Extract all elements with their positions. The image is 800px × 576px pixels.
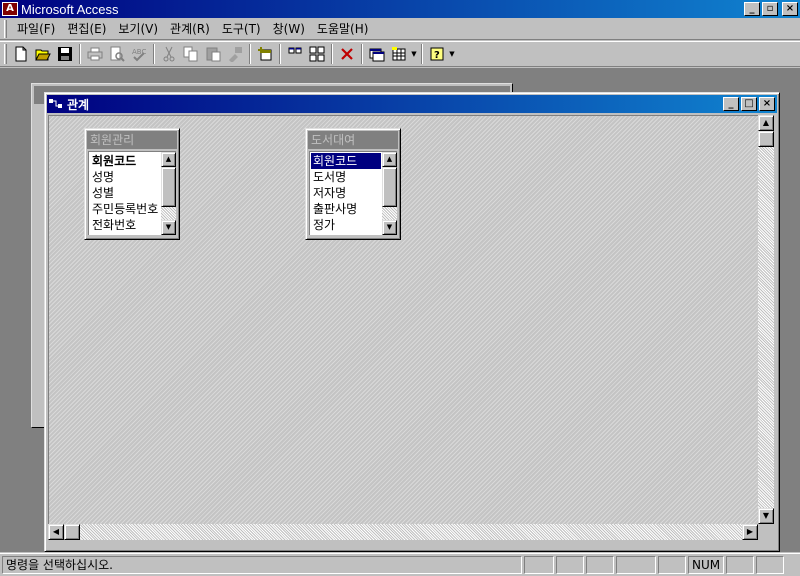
field-list-title[interactable]: 도서대여 (308, 131, 398, 149)
field-item[interactable]: 성명 (90, 169, 160, 185)
toolbar-grip[interactable] (4, 44, 7, 64)
scroll-down-button[interactable]: ▼ (382, 220, 397, 235)
toolbar-separator (331, 44, 333, 64)
new-icon[interactable] (10, 43, 32, 65)
vertical-scrollbar[interactable]: ▲ ▼ (758, 115, 774, 524)
field-item[interactable]: 성별 (90, 185, 160, 201)
print-preview-icon[interactable] (106, 43, 128, 65)
menu-file[interactable]: 파일(F) (11, 18, 61, 39)
menu-view[interactable]: 보기(V) (112, 18, 164, 39)
scroll-up-button[interactable]: ▲ (161, 152, 176, 167)
field-list-items: 회원코드 도서명 저자명 출판사명 정가 (311, 153, 381, 233)
format-painter-icon[interactable] (224, 43, 246, 65)
status-panel (586, 556, 614, 574)
menubar-grip[interactable] (4, 19, 7, 38)
save-icon[interactable] (54, 43, 76, 65)
scroll-right-button[interactable]: ▶ (742, 524, 758, 540)
status-panel (524, 556, 554, 574)
field-list-body: 회원코드 도서명 저자명 출판사명 정가 ▲ ▼ (309, 151, 397, 235)
toolbar-separator (361, 44, 363, 64)
rel-minimize-button[interactable]: _ (723, 97, 739, 111)
field-item-selected[interactable]: 회원코드 (311, 153, 381, 169)
access-app-icon[interactable]: A (2, 2, 18, 16)
open-icon[interactable] (32, 43, 54, 65)
toolbar-separator (421, 44, 423, 64)
app-title: Microsoft Access (21, 1, 119, 17)
app-minimize-button[interactable]: _ (744, 2, 760, 16)
scroll-up-button[interactable]: ▲ (382, 152, 397, 167)
rel-close-button[interactable]: × (759, 97, 775, 111)
field-list-body: 회원코드 성명 성별 주민등록번호 전화번호 ▲ ▼ (88, 151, 176, 235)
num-lock-indicator: NUM (688, 556, 724, 574)
field-list-title[interactable]: 회원관리 (87, 131, 177, 149)
status-panel (756, 556, 784, 574)
window-size-grip[interactable] (758, 524, 774, 540)
field-item[interactable]: 출판사명 (311, 201, 381, 217)
svg-text:?: ? (434, 50, 440, 61)
scroll-thumb[interactable] (382, 167, 397, 207)
relationships-title: 관계 (67, 97, 90, 112)
menu-edit[interactable]: 편집(E) (61, 18, 112, 39)
help-icon[interactable]: ? (426, 43, 448, 65)
field-item[interactable]: 정가 (311, 217, 381, 233)
scroll-down-button[interactable]: ▼ (758, 508, 774, 524)
menu-window[interactable]: 창(W) (267, 18, 311, 39)
print-icon[interactable] (84, 43, 106, 65)
field-list-rental[interactable]: 도서대여 회원코드 도서명 저자명 출판사명 정가 ▲ ▼ (305, 128, 401, 240)
rel-maximize-button[interactable]: □ (741, 97, 757, 111)
field-item[interactable]: 저자명 (311, 185, 381, 201)
field-list-member[interactable]: 회원관리 회원코드 성명 성별 주민등록번호 전화번호 ▲ ▼ (84, 128, 180, 240)
toolbar-separator (249, 44, 251, 64)
spelling-icon[interactable]: ABC (128, 43, 150, 65)
status-panel (726, 556, 754, 574)
scroll-thumb[interactable] (161, 167, 176, 207)
relationships-canvas[interactable]: 회원관리 회원코드 성명 성별 주민등록번호 전화번호 ▲ ▼ 도서대여 회원코… (48, 115, 758, 524)
status-panel (658, 556, 686, 574)
paste-icon[interactable] (202, 43, 224, 65)
field-item[interactable]: 전화번호 (90, 217, 160, 233)
menu-help[interactable]: 도움말(H) (311, 18, 375, 39)
status-panel (616, 556, 656, 574)
menu-bar: 파일(F) 편집(E) 보기(V) 관계(R) 도구(T) 창(W) 도움말(H… (0, 18, 800, 40)
toolbar-separator (153, 44, 155, 64)
mdi-workspace: 관계 _ □ × 회원관리 회원코드 성명 성별 주민등록번호 전화번호 ▲ ▼… (0, 68, 800, 552)
toolbar-separator (279, 44, 281, 64)
database-window-icon[interactable] (366, 43, 388, 65)
new-object-icon[interactable] (388, 43, 410, 65)
field-item[interactable]: 주민등록번호 (90, 201, 160, 217)
menu-relationships[interactable]: 관계(R) (164, 18, 216, 39)
show-all-icon[interactable] (306, 43, 328, 65)
field-item[interactable]: 회원코드 (90, 153, 160, 169)
app-title-bar: A Microsoft Access _ ▫ × (0, 0, 800, 18)
relationships-titlebar[interactable]: 관계 _ □ × (47, 95, 777, 113)
field-list-scrollbar[interactable]: ▲ ▼ (382, 152, 397, 235)
copy-icon[interactable] (180, 43, 202, 65)
relationships-window: 관계 _ □ × 회원관리 회원코드 성명 성별 주민등록번호 전화번호 ▲ ▼… (44, 92, 780, 552)
show-table-icon[interactable] (254, 43, 276, 65)
status-message: 명령을 선택하십시오. (2, 556, 522, 574)
status-panel (556, 556, 584, 574)
scroll-down-button[interactable]: ▼ (161, 220, 176, 235)
horizontal-scrollbar[interactable]: ◀ ▶ (48, 524, 758, 540)
field-item[interactable]: 도서명 (311, 169, 381, 185)
new-object-dropdown[interactable]: ▼ (410, 43, 418, 65)
svg-text:ABC: ABC (132, 48, 146, 56)
scroll-up-button[interactable]: ▲ (758, 115, 774, 131)
show-direct-icon[interactable] (284, 43, 306, 65)
app-restore-button[interactable]: ▫ (762, 2, 778, 16)
field-list-scrollbar[interactable]: ▲ ▼ (161, 152, 176, 235)
toolbar-separator (79, 44, 81, 64)
horizontal-scroll-thumb[interactable] (64, 524, 80, 540)
field-list-items: 회원코드 성명 성별 주민등록번호 전화번호 (90, 153, 160, 233)
menu-tools[interactable]: 도구(T) (216, 18, 267, 39)
scroll-left-button[interactable]: ◀ (48, 524, 64, 540)
help-dropdown[interactable]: ▼ (448, 43, 456, 65)
toolbar: ABC ▼ ? ▼ (0, 41, 800, 67)
relationships-icon (49, 99, 62, 108)
delete-icon[interactable] (336, 43, 358, 65)
vertical-scroll-thumb[interactable] (758, 131, 774, 147)
status-bar: 명령을 선택하십시오. NUM (0, 553, 800, 576)
cut-icon[interactable] (158, 43, 180, 65)
app-close-button[interactable]: × (782, 2, 798, 16)
